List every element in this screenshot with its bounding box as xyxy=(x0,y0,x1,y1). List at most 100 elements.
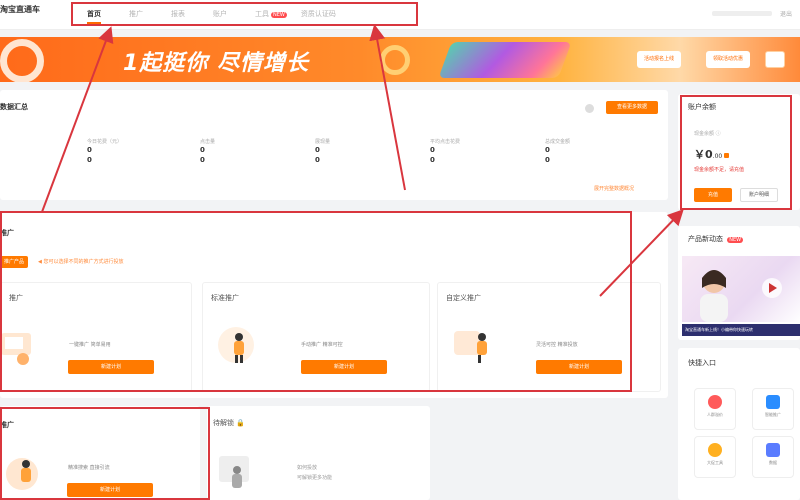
stat-impressions: 展现量 0 0 xyxy=(315,138,395,165)
locked-line2: 可解锁更多功能 xyxy=(297,475,333,481)
view-more-data-button[interactable]: 查看更多数据 xyxy=(606,101,658,114)
quick-link-label: 人群溢价 xyxy=(707,412,723,417)
data-overview-card: 数据汇总 查看更多数据 今日花费（元） 0 0 点击量 0 0 展现量 0 0 … xyxy=(0,90,668,200)
news-title-row: 产品新动态 NEW xyxy=(688,234,744,244)
account-title: 账户余额 xyxy=(688,103,716,111)
account-detail-button[interactable]: 账户明细 xyxy=(740,188,778,202)
expand-data-link[interactable]: 展开完整数据概况 xyxy=(594,185,634,192)
stat-value-compare: 0 xyxy=(545,156,550,164)
stat-cost: 今日花费（元） 0 0 xyxy=(87,138,167,165)
coin-icon xyxy=(724,153,730,158)
promo-option-card[interactable]: 标准推广 手动推广 精准可控 新建计划 xyxy=(202,282,430,392)
banner-button-2[interactable]: 领取活动优惠 xyxy=(706,51,751,68)
promotion-title: 推广 xyxy=(0,229,14,237)
stat-value-compare: 0 xyxy=(87,156,92,164)
quick-link[interactable]: 数据 xyxy=(752,436,794,478)
menu-icon[interactable] xyxy=(765,51,785,68)
stat-label: 展现量 xyxy=(315,139,331,145)
new-plan-button[interactable]: 新建计划 xyxy=(68,360,154,374)
bottom-promo-desc: 精准搜索 直接引流 xyxy=(68,465,110,471)
stat-value: 0 xyxy=(87,146,92,154)
stat-label: 今日花费（元） xyxy=(87,139,123,145)
stat-value: 0 xyxy=(200,146,205,154)
locked-title-text: 待解锁 xyxy=(213,419,234,427)
quick-title: 快捷入口 xyxy=(688,359,716,367)
person-illustration-icon xyxy=(700,270,782,322)
stat-value: 0 xyxy=(545,146,550,154)
nav-tools-label: 工具 xyxy=(255,10,269,18)
new-plan-button[interactable]: 新建计划 xyxy=(301,360,387,374)
locked-title: 待解锁 🔒 xyxy=(213,418,245,428)
bottom-promo-card[interactable]: 推广 精准搜索 直接引流 新建计划 xyxy=(0,406,200,500)
product-news-card: 产品新动态 NEW 淘宝直通车新上线！小编带你快速玩转 xyxy=(678,226,800,340)
stat-label: 总成交金额 xyxy=(545,139,571,145)
logout-link[interactable]: 退出 xyxy=(780,9,792,18)
news-title: 产品新动态 xyxy=(688,235,723,243)
stat-value: 0 xyxy=(315,146,320,154)
flower-icon xyxy=(708,395,722,409)
new-plan-button[interactable]: 新建计划 xyxy=(67,483,153,497)
nav-qualification[interactable]: 资质认证码 xyxy=(287,9,350,19)
banner-coin-graphic xyxy=(380,45,410,75)
illustration-icon xyxy=(215,323,257,365)
stat-value-compare: 0 xyxy=(430,156,435,164)
stat-label: 点击量 xyxy=(200,139,216,145)
quick-entry-card: 快捷入口 人群溢价 智能推广 大促工具 数据 xyxy=(678,348,800,500)
stat-gmv: 总成交金额 0 0 xyxy=(545,138,625,165)
locked-feature-card: 待解锁 🔒 如何投放 可解锁更多功能 xyxy=(207,406,430,500)
option-name: 标准推广 xyxy=(211,294,239,302)
illustration-icon xyxy=(452,323,494,365)
illustration-icon xyxy=(1,325,43,367)
promotion-card: 推广 推广产品 ◀ 您可以选择不同的推广方式进行投放 推广 一键推广 简单易用 … xyxy=(0,212,668,398)
stat-value: 0 xyxy=(430,146,435,154)
quick-link[interactable]: 人群溢价 xyxy=(694,388,736,430)
quick-link[interactable]: 大促工具 xyxy=(694,436,736,478)
news-caption[interactable]: 淘宝直通车新上线！小编带你快速玩转 xyxy=(682,324,800,336)
recharge-button[interactable]: 充值 xyxy=(694,188,732,202)
top-right: 退出 xyxy=(711,9,792,18)
overview-title: 数据汇总 xyxy=(0,103,28,111)
promotion-notice: ◀ 您可以选择不同的推广方式进行投放 xyxy=(38,259,124,265)
logo-title: 淘宝直通车 xyxy=(0,5,40,14)
account-balance-card: 账户余额 现金余额 ⓘ ￥0.00 现金余额不足，请充值 充值 账户明细 xyxy=(678,94,800,210)
help-icon[interactable] xyxy=(585,104,594,113)
balance-amount: ￥0.00 xyxy=(694,146,730,162)
banner-button-1[interactable]: 活动报名上线 xyxy=(637,51,682,68)
option-name: 自定义推广 xyxy=(446,294,481,302)
balance-decimal: .00 xyxy=(712,153,723,160)
promo-banner[interactable]: 1起挺你 尽情增长 活动报名上线 领取活动优惠 xyxy=(0,37,800,82)
option-name: 推广 xyxy=(9,294,23,302)
new-plan-button[interactable]: 新建计划 xyxy=(536,360,622,374)
username-placeholder xyxy=(711,11,772,16)
illustration-icon xyxy=(4,450,46,492)
quick-link-label: 智能推广 xyxy=(765,412,781,417)
chart-icon xyxy=(766,443,780,457)
info-icon[interactable]: ⓘ xyxy=(716,131,721,137)
new-badge: NEW xyxy=(271,12,287,18)
option-desc: 手动推广 精准可控 xyxy=(301,342,343,348)
stat-cpc: 平均点击花费 0 0 xyxy=(430,138,510,165)
nav-account[interactable]: 账户 xyxy=(199,9,241,19)
promo-option-card[interactable]: 自定义推广 灵活可控 精准投放 新建计划 xyxy=(437,282,661,392)
logo[interactable]: 淘宝直通车 xyxy=(0,4,68,24)
balance-warning[interactable]: 现金余额不足，请充值 xyxy=(694,166,744,173)
nav-tools[interactable]: 工具 NEW xyxy=(241,9,287,19)
option-desc: 一键推广 简单易用 xyxy=(69,342,111,348)
banner-title: 1起挺你 尽情增长 xyxy=(123,51,309,76)
promo-option-card[interactable]: 推广 一键推广 简单易用 新建计划 xyxy=(0,282,192,392)
option-desc: 灵活可控 精准投放 xyxy=(536,342,578,348)
quick-link[interactable]: 智能推广 xyxy=(752,388,794,430)
nav-home[interactable]: 首页 xyxy=(73,9,115,24)
illustration-icon xyxy=(215,450,257,492)
promotion-tab[interactable]: 推广产品 xyxy=(0,256,28,268)
nav-promotion[interactable]: 推广 xyxy=(115,9,157,19)
main-nav: 首页 推广 报表 账户 工具 NEW 资质认证码 xyxy=(71,2,418,26)
stat-clicks: 点击量 0 0 xyxy=(200,138,280,165)
balance-label: 现金余额 ⓘ xyxy=(694,130,721,137)
coin-icon xyxy=(708,443,722,457)
lock-icon: 🔒 xyxy=(236,419,245,427)
banner-ribbon-graphic xyxy=(438,42,572,78)
news-video-thumbnail[interactable] xyxy=(682,256,800,322)
nav-reports[interactable]: 报表 xyxy=(157,9,199,19)
notice-text: 您可以选择不同的推广方式进行投放 xyxy=(43,259,124,265)
